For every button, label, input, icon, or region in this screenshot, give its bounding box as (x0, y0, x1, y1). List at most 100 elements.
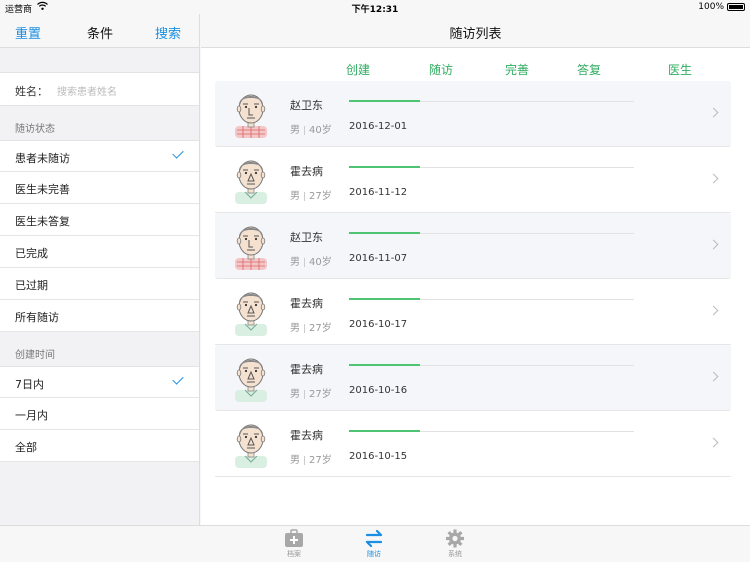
avatar (231, 354, 271, 402)
progress-fill (349, 364, 421, 366)
created-date: 2016-11-12 (349, 187, 408, 198)
divider (304, 389, 305, 399)
tab-followup-label: 随访 (367, 550, 381, 558)
patient-age: 27岁 (309, 191, 332, 202)
patient-name: 霍去病 (290, 363, 323, 376)
name-search-field[interactable]: 姓名： 搜索患者姓名 (0, 72, 199, 106)
progress-track (349, 232, 634, 234)
chevron-right-icon[interactable] (708, 371, 719, 382)
chevron-right-icon[interactable] (708, 239, 719, 250)
avatar (231, 420, 271, 468)
followup-row[interactable]: 霍去病男 27岁 2016-10-16 (215, 345, 731, 411)
progress-track (349, 166, 634, 168)
name-label: 姓名： (15, 85, 48, 98)
column-created: 创建 (346, 63, 371, 77)
status-section-header: 随访状态 (15, 124, 55, 135)
gear-icon (445, 529, 465, 548)
progress-fill (349, 166, 421, 168)
tab-records[interactable]: 档案 (274, 529, 314, 559)
name-search-input[interactable]: 搜索患者姓名 (57, 83, 117, 98)
chevron-right-icon[interactable] (708, 173, 719, 184)
status-option-not-followed[interactable]: 患者未随访 (0, 140, 199, 172)
patient-name: 霍去病 (290, 297, 323, 310)
status-option-doctor-unanswered[interactable]: 医生未答复 (0, 204, 199, 236)
avatar (231, 156, 271, 204)
tab-system-label: 系统 (448, 550, 462, 558)
progress-fill (349, 232, 421, 234)
followup-row[interactable]: 霍去病男 27岁 2016-10-17 (215, 279, 731, 345)
patient-age: 40岁 (309, 125, 332, 136)
time-option-7-days[interactable]: 7日内 (0, 366, 199, 398)
created-date: 2016-10-16 (349, 385, 408, 396)
chevron-right-icon[interactable] (708, 305, 719, 316)
progress-fill (349, 430, 421, 432)
created-date: 2016-12-01 (349, 121, 408, 132)
patient-age: 27岁 (309, 323, 332, 334)
medical-kit-icon (284, 529, 304, 548)
progress-track (349, 100, 634, 102)
tab-followup[interactable]: 随访 (354, 529, 394, 559)
status-option-completed[interactable]: 已完成 (0, 236, 199, 268)
patient-age: 27岁 (309, 389, 332, 400)
chevron-right-icon[interactable] (708, 107, 719, 118)
list-nav-bar: 随访列表 (201, 14, 750, 48)
progress-fill (349, 100, 421, 102)
status-option-expired[interactable]: 已过期 (0, 268, 199, 300)
filter-panel: 重置 条件 搜索 姓名： 搜索患者姓名 随访状态 患者未随访 医生未完善 医生未… (0, 14, 200, 525)
patient-meta: 男 40岁 (290, 253, 332, 268)
column-followup: 随访 (429, 63, 454, 77)
patient-meta: 男 27岁 (290, 187, 332, 202)
followup-row[interactable]: 霍去病男 27岁 2016-11-12 (215, 147, 731, 213)
tab-bar: 档案 随访 系统 (0, 525, 750, 562)
avatar (231, 90, 271, 138)
patient-gender: 男 (290, 323, 300, 334)
checkmark-icon (172, 373, 184, 385)
patient-gender: 男 (290, 125, 300, 136)
status-bar: 运营商 下午12:31 100% (0, 0, 750, 15)
patient-age: 27岁 (309, 455, 332, 466)
patient-age: 40岁 (309, 257, 332, 268)
checkmark-icon (172, 147, 184, 159)
battery-icon (727, 3, 745, 11)
followup-row[interactable]: 赵卫东男 40岁 2016-11-07 (215, 213, 731, 279)
patient-gender: 男 (290, 191, 300, 202)
progress-track (349, 364, 634, 366)
tab-records-label: 档案 (287, 550, 301, 558)
filter-nav-bar: 重置 条件 搜索 (0, 14, 199, 48)
progress-track (349, 430, 634, 432)
patient-meta: 男 27岁 (290, 319, 332, 334)
status-option-doctor-incomplete[interactable]: 医生未完善 (0, 172, 199, 204)
patient-name: 霍去病 (290, 165, 323, 178)
status-options: 患者未随访 医生未完善 医生未答复 已完成 已过期 所有随访 (0, 140, 199, 332)
time-option-all[interactable]: 全部 (0, 430, 199, 462)
patient-gender: 男 (290, 455, 300, 466)
patient-name: 赵卫东 (290, 231, 323, 244)
avatar (231, 222, 271, 270)
progress-track (349, 298, 634, 300)
page-title: 随访列表 (449, 27, 502, 42)
patient-gender: 男 (290, 257, 300, 268)
divider (304, 257, 305, 267)
divider (304, 125, 305, 135)
patient-gender: 男 (290, 389, 300, 400)
chevron-right-icon[interactable] (708, 437, 719, 448)
time-section-header: 创建时间 (15, 350, 55, 361)
followup-row[interactable]: 赵卫东男 40岁 2016-12-01 (215, 81, 731, 147)
status-option-all[interactable]: 所有随访 (0, 300, 199, 332)
progress-fill (349, 298, 421, 300)
patient-meta: 男 27岁 (290, 385, 332, 400)
tab-system[interactable]: 系统 (435, 529, 475, 559)
followup-row[interactable]: 霍去病男 27岁 2016-10-15 (215, 411, 731, 477)
progress-column-headers: 创建 随访 完善 答复 医生 (201, 48, 750, 81)
search-button[interactable]: 搜索 (155, 23, 181, 42)
created-date: 2016-10-15 (349, 451, 408, 462)
followup-list-panel: 随访列表 创建 随访 完善 答复 医生 赵卫东男 40岁 2016-12-01 霍去病… (201, 14, 750, 525)
patient-name: 霍去病 (290, 429, 323, 442)
avatar (231, 288, 271, 336)
patient-meta: 男 40岁 (290, 121, 332, 136)
time-option-1-month[interactable]: 一月内 (0, 398, 199, 430)
battery-percent: 100% (698, 2, 724, 12)
created-date: 2016-10-17 (349, 319, 408, 330)
created-date: 2016-11-07 (349, 253, 408, 264)
time-options: 7日内 一月内 全部 (0, 366, 199, 462)
